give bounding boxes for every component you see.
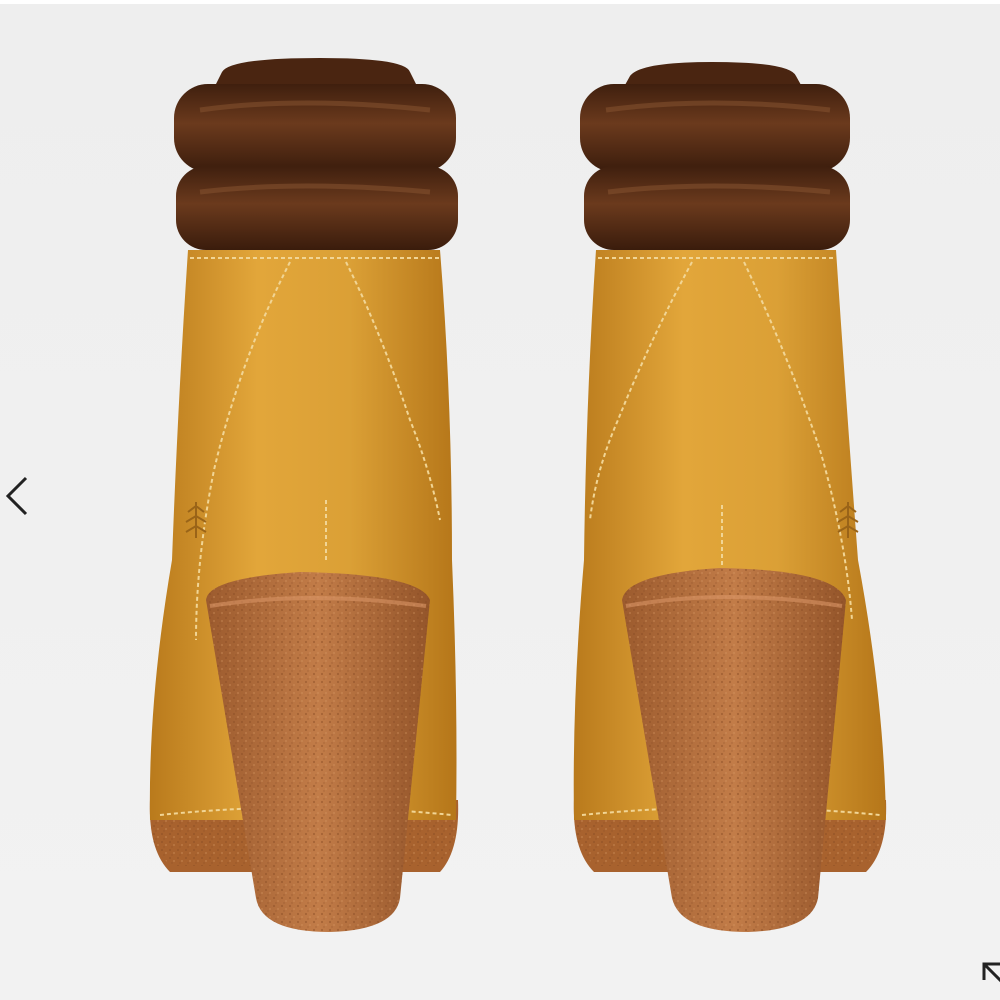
left-boot [149, 58, 459, 932]
previous-image-button[interactable] [0, 466, 34, 526]
product-image [149, 58, 887, 932]
expand-icon [982, 962, 1000, 983]
right-boot [573, 62, 887, 932]
product-image-viewer [0, 0, 1000, 1000]
fullscreen-button[interactable] [978, 958, 1000, 1000]
chevron-left-icon [5, 476, 28, 516]
